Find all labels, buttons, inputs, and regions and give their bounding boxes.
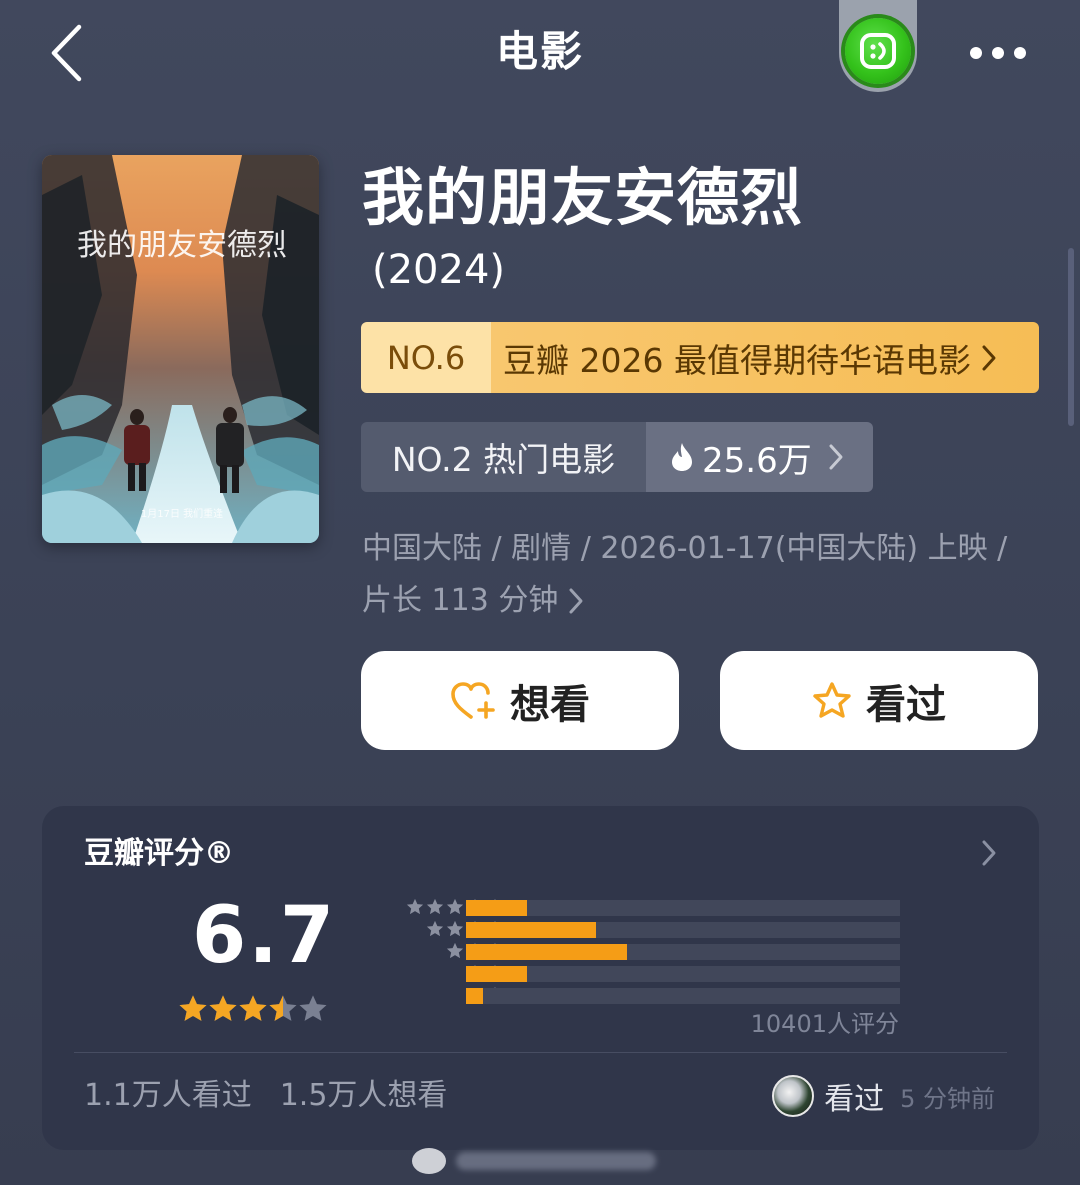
rating-count: 10401人评分 <box>750 1010 899 1038</box>
star-icon <box>299 995 327 1021</box>
hot-heat-value: 25.6万 <box>702 440 812 481</box>
hot-rank-badge[interactable]: NO.2 热门电影 25.6万 <box>361 422 873 492</box>
yearly-rank-badge[interactable]: NO.6 豆瓣 2026 最值得期待华语电影 <box>361 322 1039 393</box>
rating-score: 6.7 <box>192 891 337 981</box>
watermark <box>412 1146 672 1176</box>
rating-distribution <box>352 898 952 1018</box>
movie-year: (2024) <box>372 247 506 293</box>
movie-runtime: 片长 113 分钟 <box>362 583 559 618</box>
star-icon <box>446 942 464 959</box>
movie-poster[interactable]: 我的朋友安德烈 1月17日 我们重逢 <box>42 155 319 543</box>
star-icon <box>426 920 444 937</box>
yearly-rank-number: NO.6 <box>361 322 491 393</box>
more-dots-icon <box>992 47 1004 59</box>
rating-title: 豆瓣评分® <box>84 836 234 871</box>
want-to-watch-label: 想看 <box>510 681 590 728</box>
star-icon <box>209 995 237 1021</box>
rating-bar-track <box>466 988 900 1004</box>
chevron-right-icon <box>828 443 844 471</box>
hot-heat-box: 25.6万 <box>646 422 873 492</box>
more-dots-icon <box>970 47 982 59</box>
friend-action: 看过 <box>824 1082 885 1117</box>
watermark-logo <box>412 1148 446 1174</box>
poster-image: 我的朋友安德烈 1月17日 我们重逢 <box>42 155 319 543</box>
rating-row-2-star <box>352 964 952 982</box>
douban-smile-icon <box>860 33 896 69</box>
want-count[interactable]: 1.5万人想看 <box>280 1076 448 1116</box>
rating-stars <box>178 994 330 1026</box>
movie-runtime-link[interactable]: 片长 113 分钟 <box>362 578 584 624</box>
chevron-left-icon <box>51 24 82 82</box>
movie-detail-screen: 电影 我的朋友安德烈 1月17日 我们重逢 我的朋友安德烈 (2024) NO.… <box>0 0 1080 1185</box>
rating-bar-fill <box>466 922 596 938</box>
poster-release-note: 1月17日 我们重逢 <box>141 507 223 520</box>
movie-meta-info: 中国大陆 / 剧情 / 2026-01-17(中国大陆) 上映 / <box>362 531 1008 566</box>
scroll-indicator <box>1068 248 1074 426</box>
watermark-blur <box>456 1152 656 1170</box>
rating-row-3-star <box>352 942 952 960</box>
chevron-right-icon <box>568 587 584 615</box>
star-icon <box>406 898 424 915</box>
yearly-rank-label-box: 豆瓣 2026 最值得期待华语电影 <box>491 322 1039 393</box>
friend-avatar <box>772 1075 815 1117</box>
rating-bar-fill <box>466 966 527 982</box>
star-icon <box>446 920 464 937</box>
movie-title: 我的朋友安德烈 <box>362 161 804 234</box>
want-to-watch-button[interactable]: 想看 <box>361 651 679 750</box>
rating-row-4-star <box>352 920 952 938</box>
rating-row-1-star <box>352 986 952 1004</box>
star-icon <box>239 995 267 1021</box>
rating-bar-track <box>466 966 900 982</box>
poster-title-art: 我的朋友安德烈 <box>77 228 287 263</box>
mini-app-badge[interactable] <box>845 18 911 84</box>
chevron-right-icon <box>981 344 997 372</box>
chevron-right-icon <box>982 840 996 866</box>
rating-detail-button[interactable] <box>977 838 1001 868</box>
watched-button[interactable]: 看过 <box>720 651 1038 750</box>
star-outline-icon <box>812 681 852 721</box>
watched-count[interactable]: 1.1万人看过 <box>84 1076 252 1116</box>
star-icon <box>446 898 464 915</box>
star-icon <box>179 995 207 1021</box>
page-title: 电影 <box>495 27 584 76</box>
back-button[interactable] <box>36 20 96 86</box>
yearly-rank-label: 豆瓣 2026 最值得期待华语电影 <box>503 340 971 380</box>
rating-bar-fill <box>466 988 483 1004</box>
star-icon <box>426 898 444 915</box>
more-dots-icon <box>1014 47 1026 59</box>
friend-time: 5 分钟前 <box>900 1084 995 1113</box>
heart-plus-icon <box>450 681 496 721</box>
more-button[interactable] <box>960 30 1036 76</box>
rating-bar-track <box>466 900 900 916</box>
douban-rating-card[interactable]: 豆瓣评分® 6.7 10401人评分 1.1万人看过 1.5万人想看 看过 5 … <box>42 806 1039 1150</box>
hot-rank-label: NO.2 热门电影 <box>361 422 646 492</box>
rating-bar-fill <box>466 900 527 916</box>
flame-icon <box>670 442 694 472</box>
watched-label: 看过 <box>866 681 946 728</box>
star-icon <box>269 995 297 1021</box>
rating-bar-fill <box>466 944 627 960</box>
rating-divider <box>74 1052 1007 1053</box>
rating-row-5-star <box>352 898 952 916</box>
friend-activity[interactable]: 看过 5 分钟前 <box>772 1074 995 1118</box>
rating-stats: 1.1万人看过 1.5万人想看 <box>84 1076 447 1116</box>
